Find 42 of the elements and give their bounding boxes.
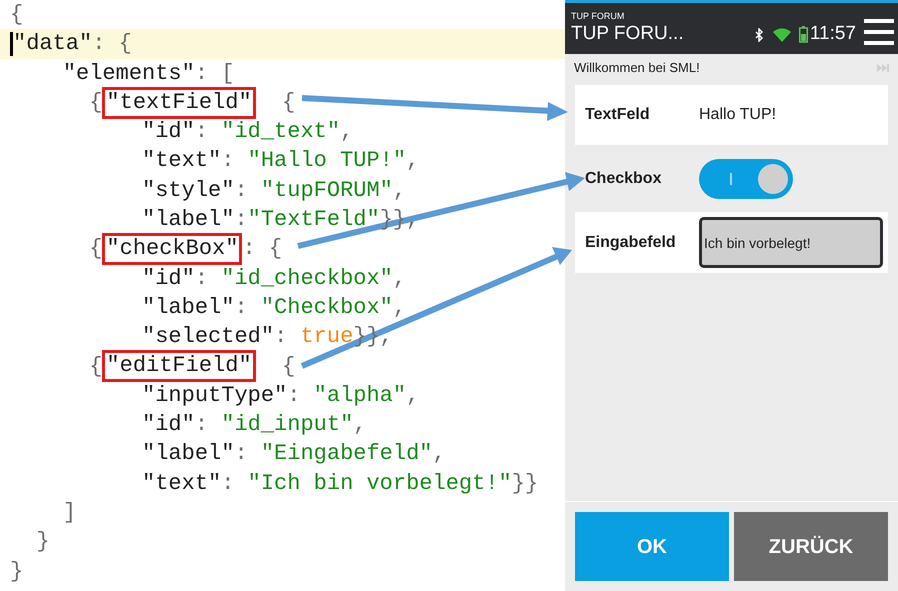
code-text: } (10, 558, 24, 586)
ok-button[interactable]: OK (575, 512, 729, 581)
code-text: "elements": [ (62, 60, 234, 88)
code-text: "text": "Hallo TUP!", (142, 147, 420, 176)
bluetooth-icon (754, 28, 763, 42)
code-text: "style": "tupFORUM", (142, 176, 406, 205)
code-text: { (89, 235, 102, 264)
highlight-box: "checkBox" (102, 233, 242, 266)
code-text: "label": "Checkbox", (142, 294, 406, 322)
battery-icon (798, 26, 808, 43)
code-text: } (36, 528, 50, 556)
code-text: ] (62, 499, 76, 528)
field-label: Eingabefeld (585, 232, 677, 252)
code-text: "id": "id_text", (142, 118, 354, 146)
highlight-box: "textField" (102, 86, 256, 119)
code-text: "data": { (13, 30, 132, 58)
wifi-icon (772, 28, 791, 42)
highlight-box: "editField" (102, 350, 256, 382)
menu-icon[interactable] (864, 18, 894, 44)
clock: 11:57 (810, 22, 856, 46)
app-title: TUP FORU... (571, 22, 685, 46)
code-text: : { (242, 235, 282, 264)
code-text: "id": "id_checkbox", (142, 264, 406, 293)
back-button[interactable]: ZURÜCK (734, 512, 888, 581)
code-text: "label":"TextFeld"}}, (142, 206, 420, 234)
field-label: Checkbox (585, 168, 662, 188)
code-text: { (281, 88, 296, 117)
field-value: Hallo TUP! (699, 105, 776, 125)
code-text: { (10, 1, 24, 29)
input-field[interactable]: Ich bin vorbelegt! (699, 217, 883, 268)
field-label: TextFeld (585, 105, 651, 125)
code-text: "inputType": "alpha", (142, 382, 420, 410)
code-text: "text": "Ich bin vorbelegt!"}} (142, 470, 538, 498)
app-label: TUP FORUM (571, 10, 626, 20)
code-text: { (89, 352, 102, 381)
skip-icon[interactable] (877, 64, 889, 72)
code-text: { (89, 88, 102, 117)
code-text: { (281, 352, 296, 381)
toggle-switch[interactable] (699, 158, 793, 198)
code-text: "label": "Eingabefeld", (142, 440, 446, 468)
code-text: "id": "id_input", (142, 411, 366, 440)
welcome-text: Willkommen bei SML! (574, 59, 701, 78)
